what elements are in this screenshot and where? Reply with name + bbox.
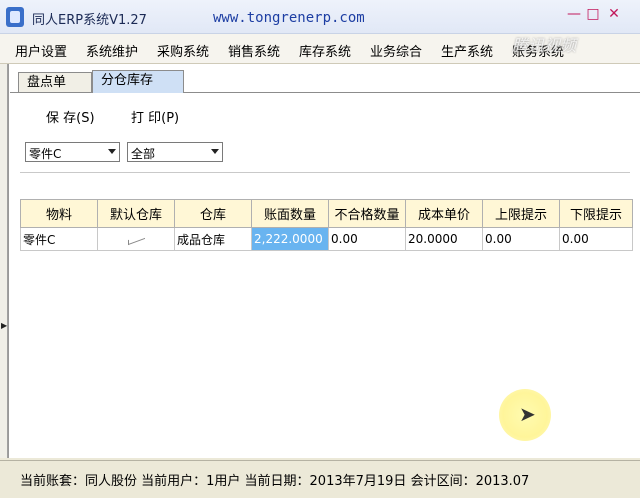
scope-select-value: 全部 xyxy=(131,147,156,161)
cell-lower-limit[interactable]: 0.00 xyxy=(559,227,633,251)
mouse-pointer-icon: ➤ xyxy=(519,402,536,426)
video-watermark: 腾讯视频 xyxy=(512,36,577,55)
app-icon xyxy=(6,7,24,27)
tab-stocktake[interactable]: 盘点单 xyxy=(18,72,92,92)
grid-header-row: 物料 默认仓库 仓库 账面数量 不合格数量 成本单价 上限提示 下限提示 xyxy=(20,199,633,228)
col-book-qty[interactable]: 账面数量 xyxy=(251,199,329,228)
chevron-down-icon xyxy=(211,149,219,154)
tab-bar: 盘点单 分仓库存 xyxy=(10,70,640,93)
chevron-down-icon xyxy=(108,149,116,154)
cell-defect-qty[interactable]: 0.00 xyxy=(328,227,406,251)
scope-select[interactable]: 全部 xyxy=(127,142,223,162)
part-select[interactable]: 零件C xyxy=(25,142,120,162)
col-lower-limit[interactable]: 下限提示 xyxy=(559,199,633,228)
cell-warehouse[interactable]: 成品仓库 xyxy=(174,227,252,251)
site-url: www.tongrenerp.com xyxy=(213,10,365,26)
maximize-icon[interactable]: □ xyxy=(585,6,601,22)
menu-business[interactable]: 业务综合 xyxy=(370,41,422,60)
save-button[interactable]: 保 存(S) xyxy=(46,107,95,126)
part-select-value: 零件C xyxy=(29,147,62,161)
expand-arrow-icon[interactable]: ▶ xyxy=(1,321,7,330)
close-icon[interactable]: ✕ xyxy=(606,6,622,22)
col-material[interactable]: 物料 xyxy=(20,199,98,228)
title-bar: 同人ERP系统V1.27 www.tongrenerp.com — □ ✕ xyxy=(0,0,640,34)
left-strip: ▶ xyxy=(0,64,8,458)
col-upper-limit[interactable]: 上限提示 xyxy=(482,199,560,228)
menu-user-settings[interactable]: 用户设置 xyxy=(15,41,67,60)
col-warehouse[interactable]: 仓库 xyxy=(174,199,252,228)
menu-system-maintenance[interactable]: 系统维护 xyxy=(86,41,138,60)
status-text: 当前账套：同人股份 当前用户：1用户 当前日期：2013年7月19日 会计区间：… xyxy=(20,474,530,489)
col-unit-cost[interactable]: 成本单价 xyxy=(405,199,483,228)
menu-inventory[interactable]: 库存系统 xyxy=(299,41,351,60)
menu-sales[interactable]: 销售系统 xyxy=(228,41,280,60)
stock-grid: 物料 默认仓库 仓库 账面数量 不合格数量 成本单价 上限提示 下限提示 零件C… xyxy=(20,199,633,251)
menu-purchase[interactable]: 采购系统 xyxy=(157,41,209,60)
cell-material[interactable]: 零件C xyxy=(20,227,98,251)
cell-book-qty[interactable]: 2,222.0000 xyxy=(251,227,329,251)
table-row[interactable]: 零件C 成品仓库 2,222.0000 0.00 20.0000 0.00 0.… xyxy=(20,227,633,251)
minimize-icon[interactable]: — xyxy=(566,6,582,22)
col-default-warehouse[interactable]: 默认仓库 xyxy=(97,199,175,228)
divider xyxy=(20,172,630,173)
col-defect-qty[interactable]: 不合格数量 xyxy=(328,199,406,228)
cell-default-warehouse[interactable] xyxy=(97,227,175,251)
window-title: 同人ERP系统V1.27 xyxy=(32,13,147,28)
tab-warehouse-stock[interactable]: 分仓库存 xyxy=(92,70,184,93)
print-button[interactable]: 打 印(P) xyxy=(131,107,179,126)
menu-production[interactable]: 生产系统 xyxy=(441,41,493,60)
cell-upper-limit[interactable]: 0.00 xyxy=(482,227,560,251)
checkmark-icon xyxy=(124,235,148,243)
status-bar: 当前账套：同人股份 当前用户：1用户 当前日期：2013年7月19日 会计区间：… xyxy=(0,460,640,498)
cell-unit-cost[interactable]: 20.0000 xyxy=(405,227,483,251)
